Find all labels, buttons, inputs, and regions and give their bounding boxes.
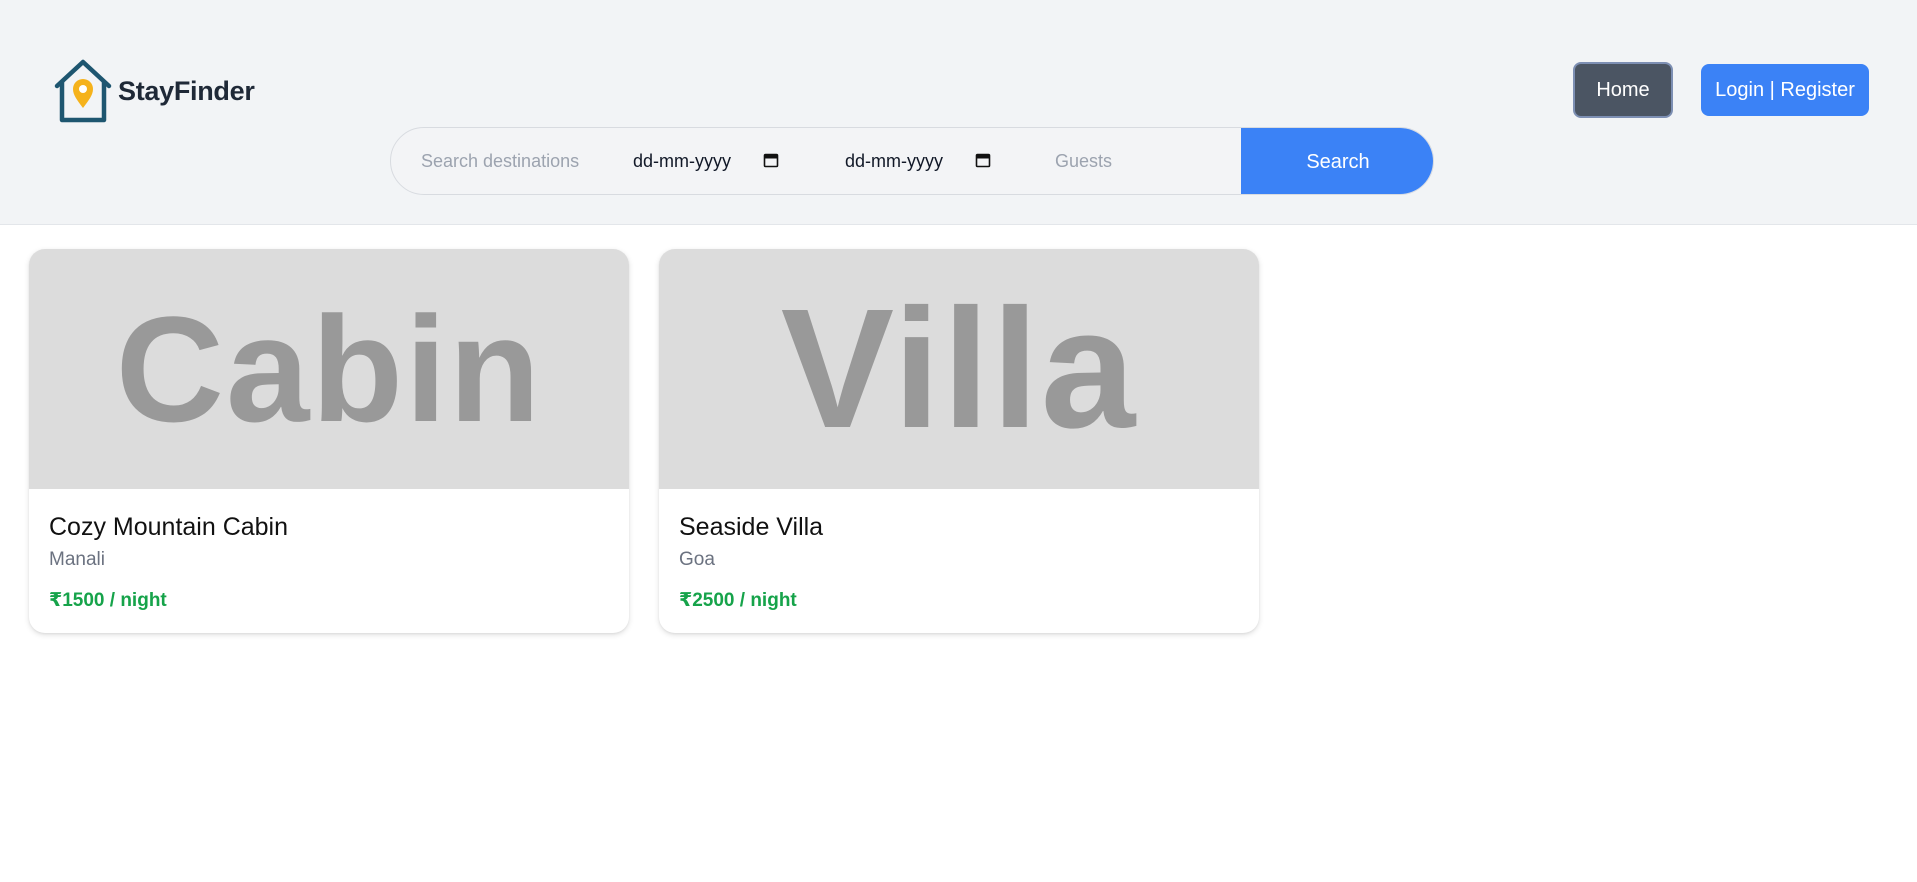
listing-title: Seaside Villa [679, 513, 824, 541]
checkin-date-input[interactable]: dd-mm-yyyy [633, 128, 783, 194]
listing-card[interactable]: Villa Seaside Villa Goa ₹2500 / night [659, 249, 1259, 633]
search-bar: Search destinations dd-mm-yyyy dd-mm-yyy… [390, 127, 1434, 195]
listing-location: Manali [49, 549, 105, 570]
destination-input[interactable]: Search destinations [421, 128, 601, 194]
listing-image-text: Villa [780, 274, 1138, 464]
listing-image-text: Cabin [115, 285, 543, 453]
listing-location: Goa [679, 549, 715, 570]
guests-input[interactable]: Guests [1055, 128, 1205, 194]
listing-image[interactable]: Villa [659, 249, 1259, 489]
listing-title: Cozy Mountain Cabin [49, 513, 289, 541]
logo-text: StayFinder [118, 75, 255, 106]
home-button[interactable]: Home [1573, 62, 1673, 118]
search-button[interactable]: Search [1241, 128, 1433, 194]
listing-price: ₹2500 / night [679, 590, 797, 611]
listing-card[interactable]: Cabin Cozy Mountain Cabin Manali ₹1500 /… [29, 249, 629, 633]
logo[interactable]: StayFinder [52, 58, 255, 124]
calendar-icon[interactable] [763, 152, 779, 168]
listing-image[interactable]: Cabin [29, 249, 629, 489]
site-header: StayFinder Home Login | Register Search … [0, 0, 1917, 225]
house-pin-logo-icon [54, 59, 112, 123]
calendar-icon[interactable] [975, 152, 991, 168]
checkout-date-input[interactable]: dd-mm-yyyy [845, 128, 995, 194]
listing-price: ₹1500 / night [49, 590, 167, 611]
login-register-button[interactable]: Login | Register [1701, 64, 1869, 116]
